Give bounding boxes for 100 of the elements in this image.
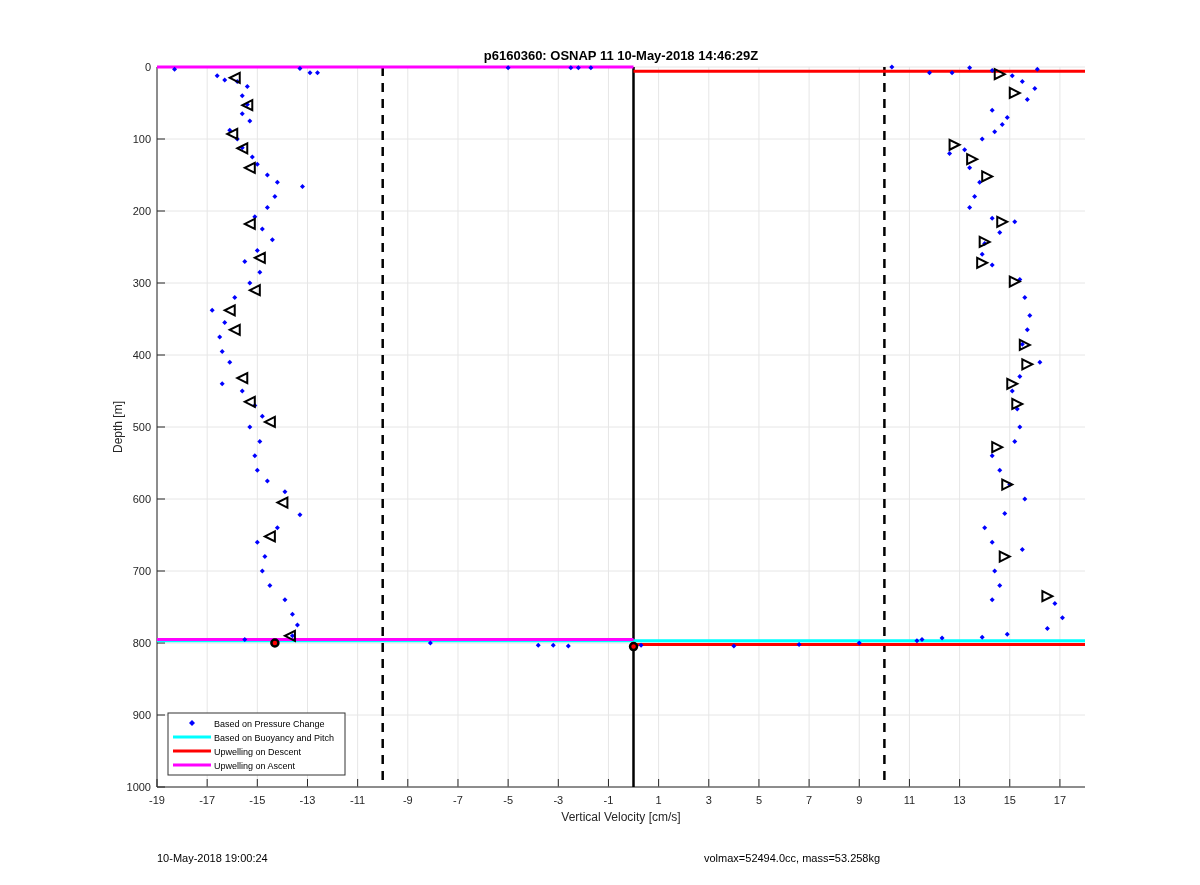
x-tick-label: -13 xyxy=(299,794,316,806)
x-tick-label: -17 xyxy=(199,794,216,806)
x-tick-label: 15 xyxy=(1003,794,1016,806)
data-point xyxy=(1004,114,1010,120)
triangle-marker xyxy=(948,138,962,152)
x-tick-label: -19 xyxy=(149,794,165,806)
data-point xyxy=(989,107,995,113)
y-tick-label: 800 xyxy=(132,637,151,649)
data-point xyxy=(247,280,253,286)
chart-title: p6160360: OSNAP 11 10-May-2018 14:46:29Z xyxy=(483,48,759,63)
data-point xyxy=(264,172,270,178)
data-point xyxy=(1034,66,1040,72)
data-point xyxy=(979,136,985,142)
data-point xyxy=(227,359,233,365)
x-tick-label: -3 xyxy=(553,794,564,806)
data-point xyxy=(949,70,955,76)
y-tick-label: 400 xyxy=(132,349,151,361)
data-point xyxy=(219,348,225,354)
triangle-marker xyxy=(225,127,239,141)
data-point xyxy=(247,118,253,124)
data-point xyxy=(1012,219,1018,225)
x-axis-label: Vertical Velocity [cm/s] xyxy=(561,810,681,824)
triangle-marker xyxy=(252,251,266,265)
x-tick-label: -1 xyxy=(603,794,614,806)
data-point xyxy=(217,334,223,340)
triangle-marker xyxy=(1006,377,1020,391)
data-point xyxy=(234,78,240,84)
data-point xyxy=(247,424,253,430)
data-point xyxy=(979,251,985,257)
legend-label: Upwelling on Descent xyxy=(214,746,302,757)
data-point xyxy=(282,489,288,495)
data-point xyxy=(1017,374,1023,380)
data-point xyxy=(234,136,240,142)
data-point xyxy=(222,320,228,326)
data-point xyxy=(977,179,983,185)
data-point xyxy=(989,453,995,459)
data-point xyxy=(947,150,953,156)
triangle-marker xyxy=(247,283,261,297)
data-point xyxy=(299,184,305,189)
data-point xyxy=(232,294,238,300)
triangle-marker xyxy=(242,161,256,175)
y-tick-label: 1000 xyxy=(126,781,151,793)
data-point xyxy=(1009,388,1015,394)
legend-label: Based on Buoyancy and Pitch xyxy=(214,732,335,743)
data-point xyxy=(505,65,511,71)
data-point xyxy=(967,165,973,171)
triangle-marker xyxy=(240,98,254,112)
data-point xyxy=(272,194,278,200)
data-point xyxy=(1019,546,1025,552)
data-point xyxy=(565,643,571,649)
data-point xyxy=(1022,496,1028,502)
data-point xyxy=(252,453,258,459)
data-point xyxy=(927,70,932,76)
data-point xyxy=(1032,86,1038,92)
data-point xyxy=(239,93,245,99)
data-point xyxy=(239,145,245,151)
data-point xyxy=(1052,600,1058,606)
data-point xyxy=(1024,327,1030,333)
data-point xyxy=(259,568,265,574)
data-point xyxy=(1012,438,1018,444)
triangle-marker xyxy=(991,440,1005,454)
data-point xyxy=(1017,424,1023,430)
data-point xyxy=(307,70,313,76)
triangle-marker xyxy=(1008,86,1022,100)
data-point xyxy=(222,77,228,83)
x-tick-label: 11 xyxy=(903,794,916,806)
timestamp-text: 10-May-2018 19:00:24 xyxy=(157,852,269,864)
data-point xyxy=(1044,626,1050,632)
triangle-marker xyxy=(262,529,276,544)
data-point xyxy=(989,215,995,221)
data-point xyxy=(297,512,303,518)
data-point xyxy=(227,127,233,133)
data-point xyxy=(274,525,280,531)
x-tick-label: 7 xyxy=(806,794,813,806)
triangle-marker xyxy=(1041,589,1055,603)
triangle-marker xyxy=(978,235,992,249)
triangle-marker xyxy=(966,152,980,166)
data-point xyxy=(274,179,280,185)
data-point xyxy=(254,467,260,473)
legend-swatch xyxy=(189,720,195,726)
data-point xyxy=(1004,631,1010,637)
data-point xyxy=(535,642,541,648)
y-tick-label: 700 xyxy=(132,565,151,577)
data-point xyxy=(209,307,215,313)
legend-swatch xyxy=(173,735,211,739)
y-tick-label: 900 xyxy=(132,709,151,721)
data-point xyxy=(1022,294,1028,300)
triangle-marker xyxy=(1021,357,1035,371)
data-point xyxy=(989,539,995,545)
triangle-marker xyxy=(227,323,241,337)
x-tick-label: 5 xyxy=(755,794,762,806)
data-point xyxy=(239,111,245,117)
triangle-marker xyxy=(275,496,289,510)
data-point xyxy=(856,640,862,646)
triangle-marker xyxy=(998,550,1012,564)
legend-label: Based on Pressure Change xyxy=(214,718,325,729)
triangle-marker xyxy=(227,71,241,85)
data-point xyxy=(731,643,737,649)
data-point xyxy=(294,622,300,628)
data-point xyxy=(214,73,220,79)
